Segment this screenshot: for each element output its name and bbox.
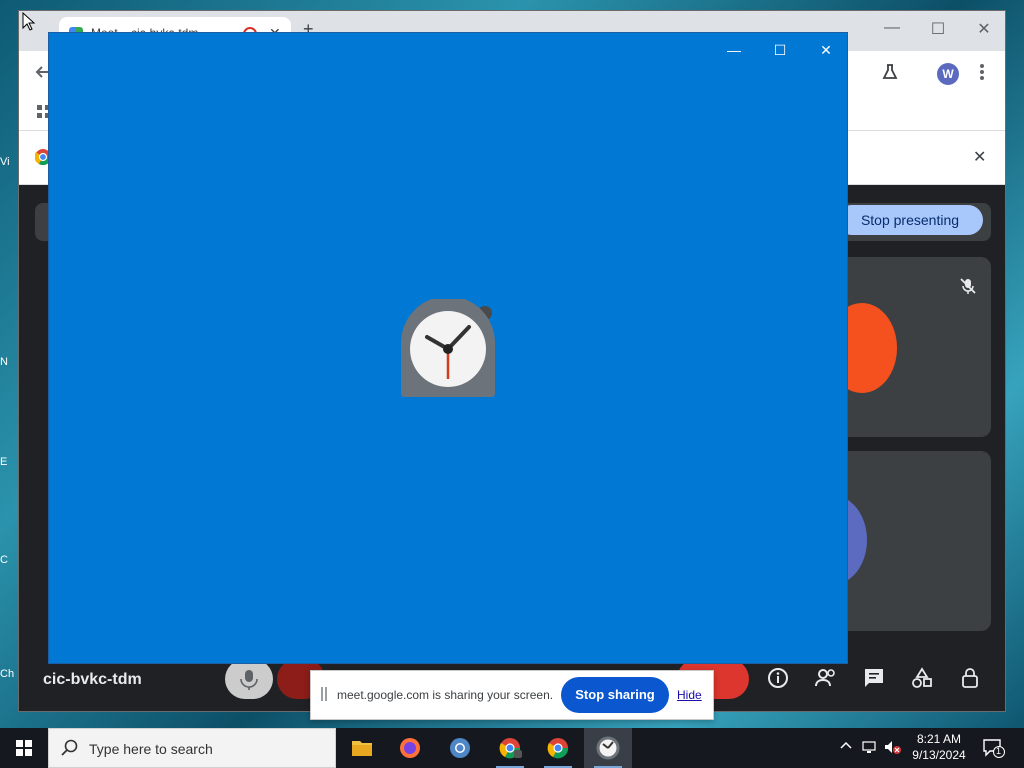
mouse-cursor-icon	[22, 11, 36, 37]
show-hidden-icons-chevron-icon[interactable]	[840, 740, 852, 755]
chromium-taskbar-button[interactable]	[436, 728, 484, 768]
mic-off-icon	[959, 277, 977, 295]
screen-sharing-bar: meet.google.com is sharing your screen. …	[310, 670, 714, 720]
hide-link[interactable]: Hide	[677, 688, 702, 702]
alarms-clock-window: — ☐ ✕	[48, 32, 848, 664]
people-icon[interactable]	[813, 667, 839, 695]
meeting-code: cic-bvkc-tdm	[43, 671, 142, 688]
participant-tile[interactable]	[839, 451, 991, 631]
profile-avatar[interactable]: W	[937, 63, 959, 85]
desktop-icon-label[interactable]: E	[0, 456, 18, 468]
activities-shapes-icon[interactable]	[909, 667, 935, 695]
start-button[interactable]	[0, 728, 48, 768]
alarms-clock-taskbar-button[interactable]	[584, 728, 632, 768]
search-icon	[61, 739, 79, 757]
taskbar-date: 9/13/2024	[912, 748, 966, 762]
microphone-button[interactable]	[225, 659, 273, 699]
desktop-icon-label[interactable]: C	[0, 554, 18, 566]
taskbar-search-box[interactable]: Type here to search	[48, 728, 336, 768]
desktop-icon-label[interactable]: Ch	[0, 668, 18, 680]
chrome-minimize-button[interactable]: —	[869, 19, 915, 37]
chat-icon[interactable]	[861, 667, 887, 695]
chrome-close-button[interactable]: ✕	[961, 19, 1005, 39]
labs-flask-icon[interactable]	[881, 63, 899, 86]
stop-sharing-button[interactable]: Stop sharing	[561, 677, 669, 713]
search-placeholder: Type here to search	[89, 741, 213, 757]
action-center-notification-icon[interactable]: 1	[982, 738, 1006, 758]
volume-muted-icon[interactable]	[884, 740, 902, 757]
infobar-close-icon[interactable]: ✕	[973, 147, 986, 167]
taskbar-clock[interactable]: 8:21 AM 9/13/2024	[904, 731, 974, 763]
drag-handle-icon[interactable]	[321, 687, 327, 701]
alarm-clock-icon	[399, 296, 497, 399]
windows-logo-icon	[16, 740, 32, 756]
host-controls-lock-icon[interactable]	[957, 667, 983, 695]
firefox-taskbar-button[interactable]	[386, 728, 434, 768]
network-icon[interactable]	[862, 740, 878, 757]
stop-presenting-button[interactable]: Stop presenting	[837, 205, 983, 235]
taskbar-time: 8:21 AM	[916, 732, 962, 746]
info-icon[interactable]	[765, 667, 791, 695]
notification-count: 1	[996, 746, 1002, 756]
chrome-profile-taskbar-button[interactable]	[486, 728, 534, 768]
taskbar: Type here to search 8:21 AM 9/13/2024 1	[0, 728, 1024, 768]
file-explorer-taskbar-button[interactable]	[338, 728, 386, 768]
chrome-maximize-button[interactable]: ☐	[915, 19, 961, 39]
chrome-taskbar-button[interactable]	[534, 728, 582, 768]
clock-minimize-button[interactable]: —	[711, 39, 757, 61]
clock-close-button[interactable]: ✕	[803, 39, 849, 61]
chrome-menu-kebab-icon[interactable]	[979, 63, 985, 86]
desktop-icon-label[interactable]: Vi	[0, 156, 18, 168]
sharing-message: meet.google.com is sharing your screen.	[337, 688, 554, 702]
clock-maximize-button[interactable]: ☐	[757, 39, 803, 61]
desktop-icon-label[interactable]: N	[0, 356, 18, 368]
